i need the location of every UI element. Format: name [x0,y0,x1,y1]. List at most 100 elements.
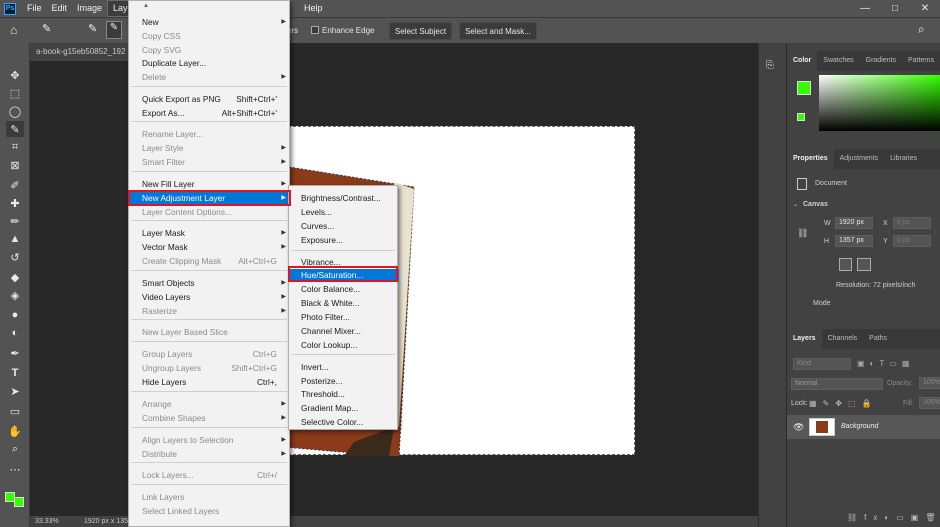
layer-row-background[interactable]: 👁 Background [787,415,940,439]
layer-menu-item[interactable]: Combine Shapes ▶ [129,412,291,425]
scroll-up-arrow-icon[interactable]: ▲ [143,3,149,9]
select-subject-button[interactable]: Select Subject [389,22,452,40]
layer-menu-item[interactable]: Export As... Alt+Shift+Ctrl+' [129,107,291,120]
adjustment-menu-item[interactable]: Threshold... [289,388,399,401]
history-brush-icon[interactable]: ↺ [6,249,24,265]
layer-kind-filter[interactable]: Kind [793,358,851,370]
tab-gradients[interactable]: Gradients [860,51,902,71]
frame-tool-icon[interactable]: ⊠ [6,157,24,173]
adjustment-menu-item[interactable]: Photo Filter... [289,311,399,324]
crop-tool-icon[interactable]: ⌗ [6,139,24,155]
adjustment-menu-item[interactable]: Black & White... [289,297,399,310]
adjustment-menu-item[interactable]: Selective Color... [289,416,399,429]
layer-menu-item[interactable]: Select Linked Layers [129,505,291,518]
tab-libraries[interactable]: Libraries [884,149,923,169]
history-panel-icon[interactable]: ⎘ [766,60,774,71]
healing-brush-icon[interactable]: ✚ [6,195,24,211]
layer-menu-item[interactable]: Lock Layers... Ctrl+/ [129,469,291,482]
select-and-mask-button[interactable]: Select and Mask... [459,22,537,40]
visibility-eye-icon[interactable]: 👁 [793,422,804,433]
layer-menu-item[interactable]: Hide Layers Ctrl+, [129,376,291,389]
layer-menu-item[interactable]: Vector Mask ▶ [129,241,291,254]
tab-adjustments[interactable]: Adjustments [834,149,885,169]
hand-tool-icon[interactable]: ✋ [6,423,24,439]
layer-menu-item[interactable]: Video Layers ▶ [129,291,291,304]
pen-tool-icon[interactable]: ✒ [6,345,24,361]
quick-selection-tool-icon[interactable]: ✎ [6,121,24,137]
adjustment-menu-item[interactable]: Channel Mixer... [289,325,399,338]
move-tool-icon[interactable]: ✥ [6,67,24,83]
y-input[interactable]: 0 px [893,235,931,247]
x-input[interactable]: 0 px [893,217,931,229]
layer-menu-item[interactable]: Arrange ▶ [129,398,291,411]
maximize-button[interactable]: □ [880,0,910,17]
layer-menu-item[interactable]: Delete ▶ [129,71,291,84]
fill-input[interactable]: 100% [919,397,940,409]
document-tab[interactable]: a-book-g15eb50852_192 [30,43,130,61]
layer-menu-item[interactable]: Layer Style ▶ [129,142,291,155]
lasso-tool-icon[interactable]: ◯ [6,103,24,119]
adjustment-menu-item[interactable]: Color Balance... [289,283,399,296]
layer-menu-item[interactable]: Create Clipping Mask Alt+Ctrl+G [129,255,291,268]
tab-patterns[interactable]: Patterns [902,51,940,71]
minimize-button[interactable]: — [850,0,880,17]
adjustment-menu-item[interactable]: Invert... [289,361,399,374]
layer-menu-item[interactable]: Layer Content Options... [129,206,291,219]
clone-stamp-icon[interactable]: ▲ [6,231,24,247]
menu-file[interactable]: File [22,0,47,17]
marquee-tool-icon[interactable]: ⬚ [6,85,24,101]
portrait-orientation-icon[interactable] [839,258,852,271]
menu-edit[interactable]: Edit [47,0,73,17]
layer-menu-item[interactable]: Copy CSS [129,30,291,43]
background-color-swatch[interactable] [14,497,24,507]
layer-menu-item[interactable]: Quick Export as PNG Shift+Ctrl+' [129,93,291,106]
adjustment-menu-item[interactable]: Brightness/Contrast... [289,192,399,205]
layer-menu-item[interactable]: Smart Filter ▶ [129,156,291,169]
tab-paths[interactable]: Paths [863,329,893,349]
paint-bucket-icon[interactable]: ◈ [6,287,24,303]
layer-name[interactable]: Background [841,423,878,430]
lock-icons[interactable]: ▦✎✥⬚🔒 [809,399,877,408]
foreground-color-swatch[interactable] [5,492,15,502]
layer-menu-item[interactable]: Duplicate Layer... [129,57,291,70]
layer-menu-item[interactable]: Smart Objects ▶ [129,277,291,290]
layer-menu-item[interactable]: Group Layers Ctrl+G [129,348,291,361]
tab-layers[interactable]: Layers [787,329,822,349]
layer-menu-item[interactable]: New Layer Based Slice [129,326,291,339]
menu-image[interactable]: Image [72,0,107,17]
quick-selection-brush-icon[interactable]: ✎ [42,22,51,35]
home-icon[interactable]: ⌂ [10,23,17,37]
landscape-orientation-icon[interactable] [857,258,871,271]
layer-menu-item[interactable]: Ungroup Layers Shift+Ctrl+G [129,362,291,375]
color-picker-field[interactable] [819,75,940,131]
layer-menu-item[interactable]: Align Layers to Selection ▶ [129,434,291,447]
layer-menu-item[interactable]: New ▶ [129,16,291,29]
layer-action-icons[interactable]: ⛓fx◐▭▣🗑 [847,513,940,522]
adjustment-menu-item[interactable]: Color Lookup... [289,339,399,352]
close-button[interactable]: ✕ [910,0,940,17]
layer-menu-item[interactable]: Rename Layer... [129,128,291,141]
opacity-input[interactable]: 100% [919,377,940,389]
eraser-tool-icon[interactable]: ◆ [6,269,24,285]
layer-menu-item[interactable]: Link Layers [129,491,291,504]
canvas-collapse-icon[interactable]: ⌄ [793,201,798,208]
layer-menu-item[interactable]: Copy SVG [129,44,291,57]
rectangle-tool-icon[interactable]: ▭ [6,403,24,419]
zoom-level[interactable]: 33.33% [35,516,59,527]
tab-channels[interactable]: Channels [822,329,864,349]
foreground-swatch[interactable] [797,81,811,95]
width-input[interactable]: 1920 px [835,217,873,229]
menu-help[interactable]: Help [299,0,328,17]
subtract-selection-icon[interactable]: ✎ [106,21,122,39]
adjustment-menu-item[interactable]: Exposure... [289,234,399,247]
layer-filter-icons[interactable]: ▣◐T▭▦ [857,359,914,368]
blend-mode-select[interactable]: Normal [791,378,883,390]
adjustment-menu-item[interactable]: Posterize... [289,375,399,388]
add-to-selection-icon[interactable]: ✎ [88,22,97,35]
tab-color[interactable]: Color [787,51,818,71]
blur-tool-icon[interactable]: ● [6,307,24,323]
layer-menu-item[interactable]: Layer Mask ▶ [129,227,291,240]
height-input[interactable]: 1357 px [835,235,873,247]
path-selection-icon[interactable]: ➤ [6,383,24,399]
adjustment-menu-item[interactable]: Levels... [289,206,399,219]
